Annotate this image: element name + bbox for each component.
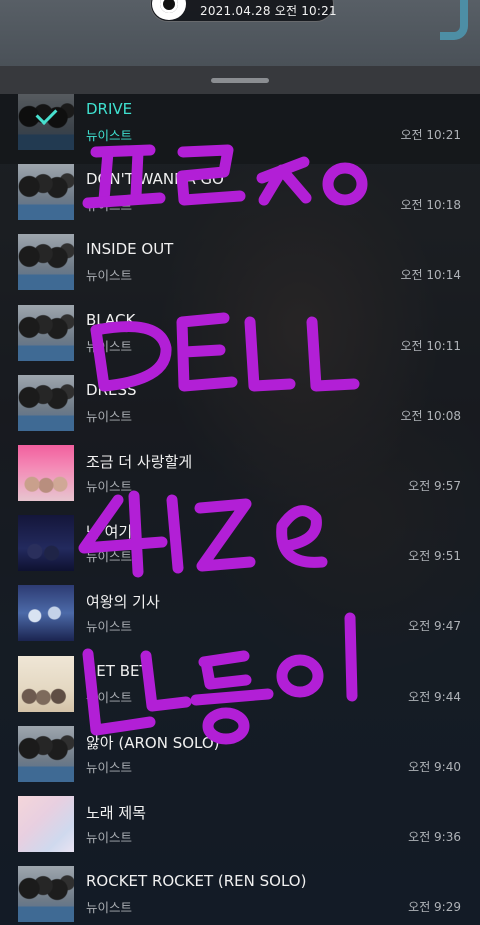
album-art-image <box>18 515 74 571</box>
track-played-time: 오전 9:29 <box>408 900 461 914</box>
album-art <box>18 726 74 782</box>
album-art-image <box>18 726 74 782</box>
album-art <box>18 375 74 431</box>
album-art <box>18 515 74 571</box>
track-row[interactable]: 조금 더 사랑할게뉴이스트 오전 9:57 <box>0 445 480 515</box>
track-artist: 뉴이스트 <box>86 690 133 705</box>
track-row[interactable]: DON'T WANNA GO 뉴이스트 오전 10:18 <box>0 164 480 234</box>
track-row[interactable]: ROCKET ROCKET (REN SOLO) 뉴이스트 오전 9:29 <box>0 866 480 925</box>
track-played-time: 오전 10:18 <box>400 198 461 212</box>
track-row[interactable]: 여왕의 기사뉴이스트 오전 9:47 <box>0 585 480 655</box>
track-artist: 뉴이스트 <box>86 830 133 845</box>
album-art-image <box>18 445 74 501</box>
track-played-time: 오전 9:57 <box>408 479 461 493</box>
track-played-time: 오전 10:11 <box>400 339 461 353</box>
track-artist: 뉴이스트 <box>86 409 133 424</box>
track-artist: 뉴이스트 <box>86 479 133 494</box>
track-title: 노래 제목 <box>86 804 146 822</box>
track-artist: 뉴이스트 <box>86 549 133 564</box>
track-title: INSIDE OUT <box>86 240 174 258</box>
track-played-time: 오전 9:40 <box>408 760 461 774</box>
track-played-time: 오전 10:14 <box>400 268 461 282</box>
track-title: BLACK <box>86 311 136 329</box>
sheet-header <box>0 66 480 94</box>
track-played-time: 오전 9:36 <box>408 830 461 844</box>
album-art <box>18 445 74 501</box>
track-title: DRESS <box>86 381 137 399</box>
album-art-image <box>18 164 74 220</box>
track-title: 앓아 (ARON SOLO) <box>86 734 220 752</box>
track-title: DRIVE <box>86 100 133 118</box>
album-art <box>18 164 74 220</box>
album-art-image <box>18 866 74 922</box>
now-playing-datetime: 2021.04.28 오전 10:21 <box>200 4 337 18</box>
album-art <box>18 585 74 641</box>
album-art <box>18 656 74 712</box>
track-title: 조금 더 사랑할게 <box>86 453 193 471</box>
track-row[interactable]: DRESS 뉴이스트 오전 10:08 <box>0 375 480 445</box>
album-art-image <box>18 796 74 852</box>
track-artist: 뉴이스트 <box>86 268 133 283</box>
track-artist: 뉴이스트 <box>86 760 133 775</box>
album-art-image <box>18 305 74 361</box>
track-row[interactable]: BLACK 뉴이스트 오전 10:11 <box>0 305 480 375</box>
track-artist: 뉴이스트 <box>86 128 133 143</box>
track-row[interactable]: 앓아 (ARON SOLO) 뉴이스트 오전 9:40 <box>0 726 480 796</box>
track-row[interactable]: 난 여기뉴이스트 오전 9:51 <box>0 515 480 585</box>
track-title: DON'T WANNA GO <box>86 170 224 188</box>
track-played-time: 오전 9:47 <box>408 619 461 633</box>
album-art <box>18 305 74 361</box>
checkmark-icon <box>18 94 74 150</box>
album-art-image <box>18 375 74 431</box>
track-artist: 뉴이스트 <box>86 900 133 915</box>
album-art <box>18 796 74 852</box>
track-title: 난 여기 <box>86 523 133 541</box>
track-title: ROCKET ROCKET (REN SOLO) <box>86 872 307 890</box>
track-row[interactable]: DRIVE 뉴이스트 오전 10:21 <box>0 94 480 164</box>
album-art <box>18 234 74 290</box>
album-art-image <box>18 234 74 290</box>
drag-handle[interactable] <box>211 78 269 83</box>
app-logo-icon <box>440 0 468 40</box>
track-artist: 뉴이스트 <box>86 198 133 213</box>
track-row[interactable]: BET BET 뉴이스트 오전 9:44 <box>0 656 480 726</box>
track-played-time: 오전 9:44 <box>408 690 461 704</box>
track-played-time: 오전 10:08 <box>400 409 461 423</box>
album-art <box>18 866 74 922</box>
track-played-time: 오전 9:51 <box>408 549 461 563</box>
track-artist: 뉴이스트 <box>86 339 133 354</box>
now-playing-bar: 2021.04.28 오전 10:21 <box>0 0 480 66</box>
track-played-time: 오전 10:21 <box>400 128 461 142</box>
album-art-image <box>18 656 74 712</box>
track-row[interactable]: 노래 제목뉴이스트 오전 9:36 <box>0 796 480 866</box>
track-title: 여왕의 기사 <box>86 593 160 611</box>
track-title: BET BET <box>86 662 149 680</box>
track-artist: 뉴이스트 <box>86 619 133 634</box>
album-art-image <box>18 585 74 641</box>
album-art <box>18 94 74 150</box>
track-row[interactable]: INSIDE OUT 뉴이스트 오전 10:14 <box>0 234 480 304</box>
